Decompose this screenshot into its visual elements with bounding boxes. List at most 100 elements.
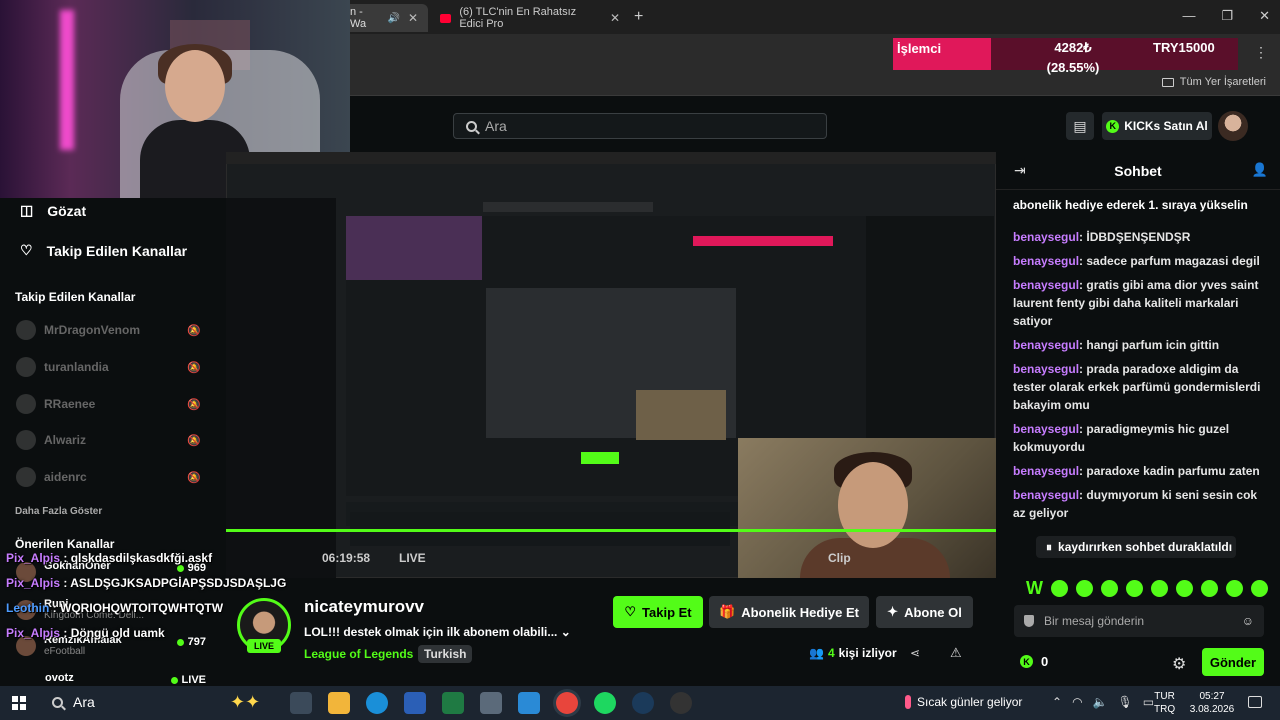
library-icon[interactable]: ▤ <box>1066 112 1094 140</box>
edge-icon[interactable] <box>366 692 388 714</box>
followed-channel[interactable]: RRaenee 🔕 <box>16 394 201 414</box>
steam-icon[interactable] <box>632 692 654 714</box>
store-icon[interactable] <box>518 692 540 714</box>
nested-sidebar <box>226 198 336 578</box>
folder-icon <box>1161 77 1174 87</box>
obs-icon[interactable] <box>670 692 692 714</box>
kicks-balance[interactable]: K 0 <box>1020 654 1048 669</box>
new-tab-icon[interactable]: + <box>634 8 643 26</box>
emote-icon[interactable] <box>1201 580 1218 597</box>
taskbar-search-label: Ara <box>73 694 95 710</box>
chat-username[interactable]: benaysegul <box>1013 278 1079 292</box>
followed-channel[interactable]: aidenrc 🔕 <box>16 467 201 487</box>
video-player[interactable] <box>226 152 996 578</box>
user-avatar[interactable] <box>1218 111 1248 141</box>
chat-message: benaysegul: paradigmeymis hic guzel kokm… <box>1013 422 1230 454</box>
close-window-icon[interactable]: ✕ <box>1259 8 1270 24</box>
stream-tag[interactable]: Turkish <box>418 645 473 663</box>
chevron-up-icon[interactable]: ⌃ <box>1052 695 1062 709</box>
followed-channel[interactable]: MrDragonVenom 🔕 <box>16 320 201 340</box>
emote-w-icon[interactable]: W <box>1026 578 1043 599</box>
microphone-icon[interactable]: 🎙 <box>1118 695 1133 709</box>
heart-icon: ♡ <box>20 242 33 258</box>
followed-channel[interactable]: Alwariz 🔕 <box>16 430 201 450</box>
stream-title[interactable]: LOL!!! destek olmak için ilk abonem olab… <box>304 625 571 639</box>
overlay-chat-user: Pix_Alpis <box>6 626 61 640</box>
buy-kicks-button[interactable]: K KICKs Satın Al <box>1102 112 1212 140</box>
chat-username[interactable]: benaysegul <box>1013 464 1079 478</box>
emote-icon[interactable] <box>1076 580 1093 597</box>
chat-username[interactable]: benaysegul <box>1013 254 1079 268</box>
stream-progress-bar[interactable] <box>226 529 996 532</box>
gear-icon[interactable]: ⚙ <box>1172 654 1186 674</box>
gift-sub-label: Abonelik Hediye Et <box>741 604 859 620</box>
recommended-channel[interactable]: ovotz LIVE <box>16 672 206 686</box>
minimize-icon[interactable]: — <box>1182 8 1195 24</box>
spotify-icon[interactable] <box>594 692 616 714</box>
emote-icon[interactable] <box>1226 580 1243 597</box>
show-more-link[interactable]: Daha Fazla Göster <box>15 506 102 517</box>
wifi-icon[interactable]: ◠ <box>1072 695 1082 709</box>
emote-icon[interactable] <box>1051 580 1068 597</box>
browser-tab-active[interactable]: n - Wa 🔊 ✕ <box>340 4 428 32</box>
chat-paused-notice[interactable]: ⏸ kaydırırken sohbet duraklatıldı <box>1036 536 1236 558</box>
channel-name: MrDragonVenom <box>44 323 141 337</box>
emote-icon[interactable] <box>1151 580 1168 597</box>
emote-icon[interactable] <box>1176 580 1193 597</box>
close-tab-icon[interactable]: ✕ <box>610 11 620 25</box>
volume-icon[interactable]: 🔈 <box>1093 695 1108 709</box>
file-explorer-icon[interactable] <box>328 692 350 714</box>
chat-username[interactable]: benaysegul <box>1013 230 1079 244</box>
taskbar-clock[interactable]: 05:27 3.08.2026 <box>1186 690 1238 716</box>
streamer-name[interactable]: nicateymurovv <box>304 597 424 617</box>
kicks-balance-value: 0 <box>1041 654 1049 669</box>
all-bookmarks[interactable]: Tüm Yer İşaretleri <box>1161 76 1266 88</box>
browser-menu-icon[interactable]: ⋮ <box>1254 44 1268 61</box>
chat-users-icon[interactable]: 👤 <box>1252 162 1268 178</box>
gift-sub-button[interactable]: 🎁 Abonelik Hediye Et <box>709 596 869 628</box>
nav-browse[interactable]: ◫ Gözat <box>20 202 86 219</box>
report-icon[interactable]: ⚠ <box>950 645 962 661</box>
windows-start-icon[interactable] <box>12 696 26 710</box>
notification-icon[interactable] <box>1248 696 1262 708</box>
window-controls: — ❐ ✕ <box>1182 8 1270 24</box>
follow-button[interactable]: ♡ Takip Et <box>613 596 703 628</box>
stream-category[interactable]: League of Legends <box>304 647 413 661</box>
chat-username[interactable]: benaysegul <box>1013 362 1079 376</box>
emoji-icon[interactable]: ☺ <box>1242 614 1254 628</box>
share-icon[interactable]: ⋖ <box>910 646 920 660</box>
nav-following[interactable]: ♡ Takip Edilen Kanallar <box>20 242 187 259</box>
word-icon[interactable] <box>404 692 426 714</box>
excel-icon[interactable] <box>442 692 464 714</box>
copilot-icon[interactable]: ✦✦ <box>230 692 260 713</box>
close-tab-icon[interactable]: ✕ <box>408 11 418 25</box>
browser-tab-youtube[interactable]: (6) TLC'nin En Rahatsız Edici Pro ✕ <box>430 4 630 32</box>
taskbar-search[interactable]: Ara <box>52 694 95 710</box>
emote-icon[interactable] <box>1126 580 1143 597</box>
chrome-icon[interactable] <box>556 692 578 714</box>
maximize-icon[interactable]: ❐ <box>1221 8 1233 24</box>
clip-button[interactable]: Clip <box>828 551 851 565</box>
chat-username[interactable]: benaysegul <box>1013 488 1079 502</box>
battery-icon[interactable]: ▭ <box>1143 695 1154 709</box>
channel-name: RRaenee <box>44 397 96 411</box>
send-button[interactable]: Gönder <box>1202 648 1264 676</box>
emote-icon[interactable] <box>1251 580 1268 597</box>
task-view-icon[interactable] <box>290 692 312 714</box>
tab-label: n - Wa <box>350 6 367 30</box>
input-language[interactable]: TUR TRQ <box>1154 690 1175 716</box>
emote-icon[interactable] <box>1101 580 1118 597</box>
pinned-message[interactable]: abonelik hediye ederek 1. sıraya yükseli… <box>1013 198 1265 212</box>
chat-input[interactable]: Bir mesaj gönderin ☺ <box>1014 605 1264 637</box>
chat-username[interactable]: benaysegul <box>1013 338 1079 352</box>
chat-username[interactable]: benaysegul <box>1013 422 1079 436</box>
chevron-down-icon[interactable]: ⌄ <box>561 625 571 639</box>
subscribe-button[interactable]: ✦ Abone Ol <box>876 596 973 628</box>
person-head <box>165 50 225 122</box>
taskbar-weather[interactable]: Sıcak günler geliyor <box>905 695 1022 709</box>
calculator-icon[interactable] <box>480 692 502 714</box>
search-input[interactable]: Ara <box>453 113 827 139</box>
live-indicator[interactable]: LIVE <box>399 551 426 565</box>
followed-channel[interactable]: turanlandia 🔕 <box>16 357 201 377</box>
channel-category: eFootball <box>44 646 86 657</box>
